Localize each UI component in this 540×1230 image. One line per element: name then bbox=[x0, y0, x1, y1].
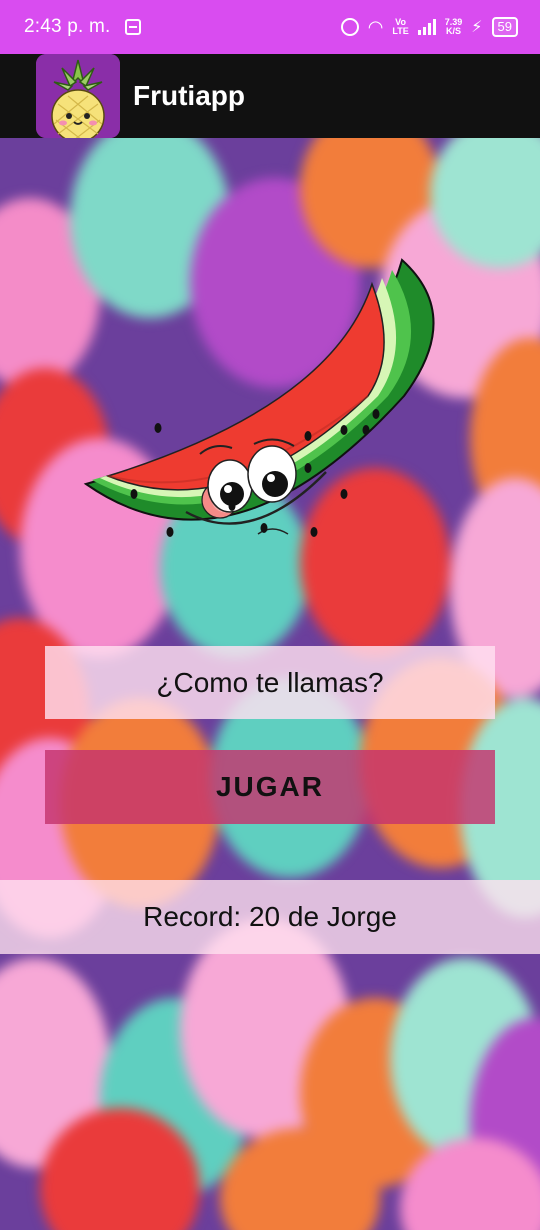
calendar-icon bbox=[124, 19, 141, 35]
battery-icon: 59 bbox=[491, 17, 518, 37]
signal-icon bbox=[417, 19, 436, 35]
volte-icon: Vo LTE bbox=[392, 18, 408, 36]
battery-level: 59 bbox=[497, 19, 512, 34]
speed-unit: K/S bbox=[446, 26, 462, 36]
volte-bottom: LTE bbox=[392, 26, 409, 36]
wifi-icon: ◠ bbox=[367, 17, 384, 37]
status-icons: ◠ Vo LTE 7.39 K/S ⚡ 59 bbox=[340, 17, 518, 37]
network-speed: 7.39 K/S bbox=[445, 18, 463, 36]
status-time: 2:43 p. m. bbox=[24, 16, 111, 37]
status-bar: 2:43 p. m. ◠ Vo LTE 7.39 K/S ⚡ 59 bbox=[0, 0, 540, 54]
app-title: Frutiapp bbox=[133, 80, 245, 111]
watermelon-icon bbox=[82, 256, 462, 556]
alarm-icon bbox=[340, 18, 359, 36]
name-input[interactable] bbox=[45, 646, 495, 719]
record-text: Record: 20 de Jorge bbox=[0, 880, 540, 954]
charging-icon: ⚡ bbox=[471, 19, 483, 36]
app-bar: Frutiapp bbox=[0, 54, 540, 138]
main-screen: JUGAR Record: 20 de Jorge bbox=[0, 138, 540, 1230]
pineapple-icon bbox=[36, 54, 120, 138]
play-button[interactable]: JUGAR bbox=[45, 750, 495, 824]
